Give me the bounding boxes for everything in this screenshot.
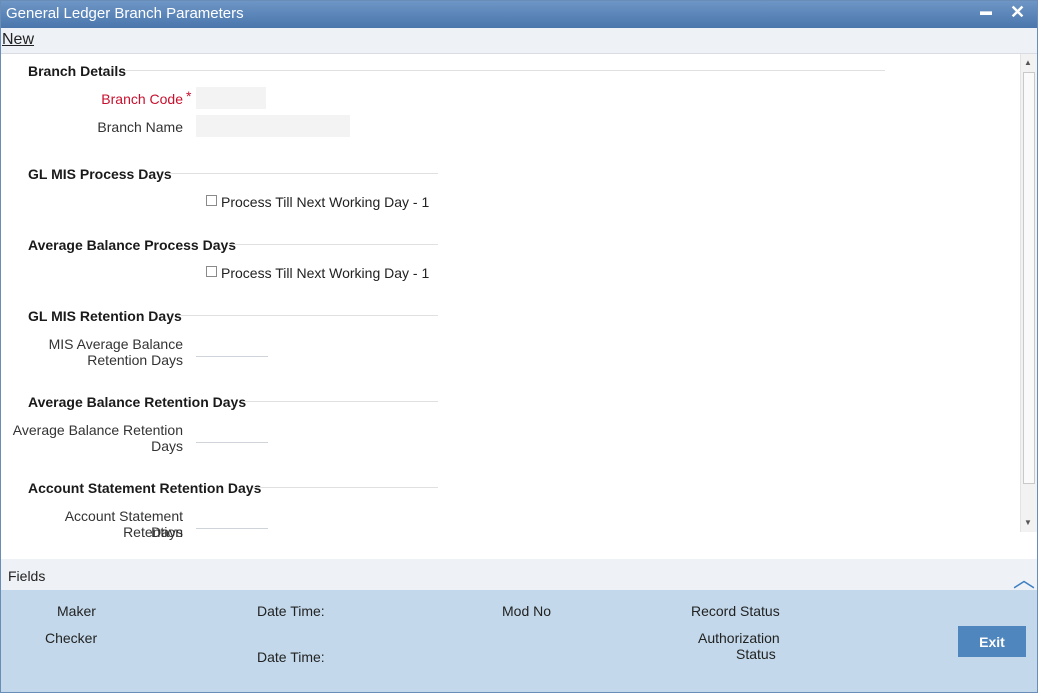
mis-avg-balance-retention-label-line1: MIS Average Balance bbox=[48, 336, 183, 352]
acct-stmt-retention-label-line2: Days bbox=[151, 524, 183, 540]
scroll-down-icon[interactable]: ▼ bbox=[1024, 518, 1032, 527]
authorization-status-label-line2: Status bbox=[736, 646, 776, 662]
section-divider bbox=[229, 244, 438, 245]
gl-mis-process-checkbox[interactable] bbox=[206, 195, 217, 206]
record-status-label: Record Status bbox=[691, 603, 780, 619]
window-title: General Ledger Branch Parameters bbox=[6, 5, 244, 22]
branch-name-input[interactable] bbox=[196, 115, 350, 137]
scroll-up-icon[interactable]: ▲ bbox=[1024, 58, 1032, 67]
maker-date-time-label: Date Time: bbox=[257, 603, 325, 619]
minimize-icon[interactable]: ▬ bbox=[980, 4, 992, 18]
fields-label: Fields bbox=[8, 568, 46, 584]
branch-code-input[interactable] bbox=[196, 87, 266, 109]
checker-label: Checker bbox=[45, 630, 98, 646]
form-content: Branch Details Branch Code * Branch Name… bbox=[0, 54, 1020, 540]
title-bar: General Ledger Branch Parameters ▬ ✕ bbox=[0, 0, 1038, 28]
fields-bar: Fields ︿ bbox=[0, 559, 1038, 592]
avg-balance-process-checkbox[interactable] bbox=[206, 266, 217, 277]
menu-strip: New bbox=[0, 28, 1038, 54]
mod-no-label: Mod No bbox=[502, 603, 552, 619]
scrollbar-thumb[interactable] bbox=[1023, 72, 1035, 484]
section-title-avg-balance-process: Average Balance Process Days bbox=[28, 237, 237, 253]
section-title-branch-details: Branch Details bbox=[28, 63, 127, 79]
section-divider bbox=[241, 401, 438, 402]
avg-balance-retention-input[interactable] bbox=[196, 426, 268, 443]
mis-avg-balance-retention-label-line2: Retention Days bbox=[87, 352, 183, 368]
section-title-gl-mis-retention: GL MIS Retention Days bbox=[28, 308, 182, 324]
maker-label: Maker bbox=[57, 603, 96, 619]
authorization-status-label-line1: Authorization bbox=[698, 630, 780, 646]
branch-name-label: Branch Name bbox=[97, 119, 183, 135]
acct-stmt-retention-input[interactable] bbox=[196, 512, 268, 529]
section-title-acct-stmt-retention: Account Statement Retention Days bbox=[28, 480, 262, 496]
section-divider bbox=[178, 315, 438, 316]
new-link[interactable]: New bbox=[2, 31, 34, 49]
section-divider bbox=[166, 173, 438, 174]
avg-balance-retention-label-line2: Days bbox=[151, 438, 183, 454]
exit-button[interactable]: Exit bbox=[958, 626, 1026, 657]
section-divider bbox=[125, 70, 885, 71]
close-icon[interactable]: ✕ bbox=[1010, 2, 1025, 23]
required-marker: * bbox=[186, 88, 192, 104]
avg-balance-retention-label-line1: Average Balance Retention bbox=[12, 422, 183, 438]
audit-footer: Maker Checker Date Time: Date Time: Mod … bbox=[0, 590, 1038, 693]
section-title-gl-mis-process: GL MIS Process Days bbox=[28, 166, 172, 182]
vertical-scrollbar[interactable]: ▲ ▼ bbox=[1020, 54, 1037, 532]
checker-date-time-label: Date Time: bbox=[257, 649, 325, 665]
section-divider bbox=[253, 487, 438, 488]
mis-avg-balance-retention-input[interactable] bbox=[196, 340, 268, 357]
branch-code-label: Branch Code bbox=[101, 91, 183, 107]
gl-mis-process-checkbox-label: Process Till Next Working Day - 1 bbox=[221, 194, 430, 210]
section-title-avg-balance-retention: Average Balance Retention Days bbox=[28, 394, 247, 410]
avg-balance-process-checkbox-label: Process Till Next Working Day - 1 bbox=[221, 265, 430, 281]
